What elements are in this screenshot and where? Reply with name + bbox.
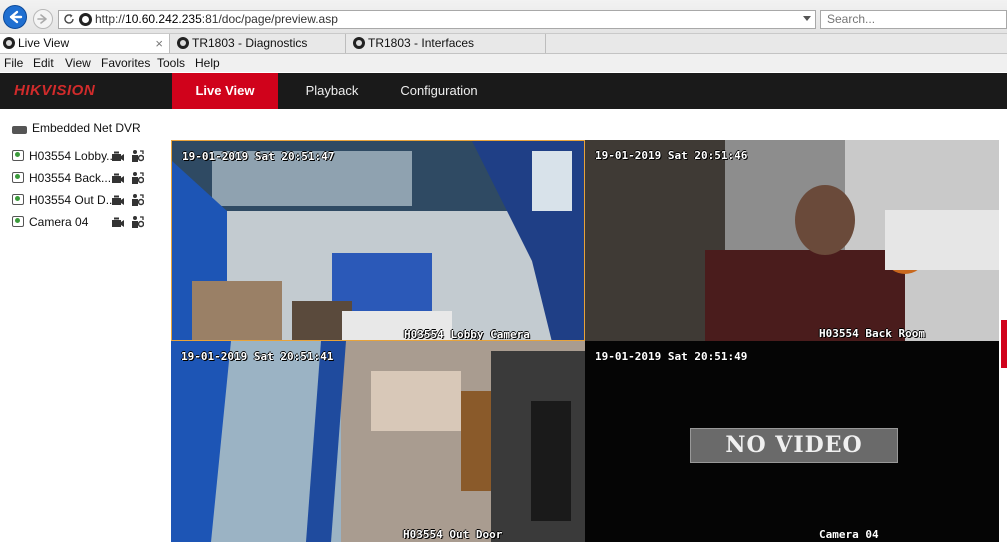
osd-timestamp: 19-01-2019 Sat 20:51:46 — [595, 149, 748, 162]
menu-tools[interactable]: Tools — [157, 56, 185, 70]
back-room-feed-image — [585, 140, 999, 341]
url-text: http://10.60.242.235:81/doc/page/preview… — [95, 12, 338, 26]
forward-arrow-icon — [37, 14, 47, 24]
tab-close-icon[interactable]: × — [155, 34, 163, 53]
menu-help[interactable]: Help — [195, 56, 220, 70]
site-favicon-icon — [79, 13, 92, 26]
camera-icon — [12, 172, 24, 183]
ptz-icon[interactable] — [131, 193, 144, 207]
camera-item-back-room[interactable]: H03554 Back... — [12, 171, 162, 187]
hikvision-favicon-icon — [3, 37, 15, 49]
menu-view[interactable]: View — [65, 56, 91, 70]
camera-item-camera-04[interactable]: Camera 04 — [12, 215, 162, 231]
device-node[interactable]: Embedded Net DVR — [12, 121, 141, 135]
osd-timestamp: 19-01-2019 Sat 20:51:41 — [181, 350, 334, 363]
address-field[interactable]: http://10.60.242.235:81/doc/page/preview… — [58, 10, 816, 29]
nav-configuration[interactable]: Configuration — [390, 73, 488, 109]
browser-menu-bar: File Edit View Favorites Tools Help — [0, 54, 1007, 72]
url-dropdown-icon[interactable] — [803, 16, 811, 21]
record-icon[interactable] — [111, 217, 125, 228]
lobby-feed-image — [172, 141, 584, 340]
osd-timestamp: 19-01-2019 Sat 20:51:47 — [182, 150, 335, 163]
osd-camera-name: H03554 Out Door — [403, 528, 503, 541]
record-icon[interactable] — [111, 173, 125, 184]
back-button[interactable] — [3, 5, 27, 29]
tab-live-view[interactable]: Live View × — [0, 34, 170, 53]
menu-edit[interactable]: Edit — [33, 56, 54, 70]
out-door-feed-image — [171, 341, 585, 542]
video-tile-back-room[interactable]: 19-01-2019 Sat 20:51:46 H03554 Back Room — [585, 140, 999, 341]
router-favicon-icon — [353, 37, 365, 49]
nav-playback[interactable]: Playback — [296, 73, 368, 109]
ptz-icon[interactable] — [131, 149, 144, 163]
camera-icon — [12, 216, 24, 227]
app-header: HIKVISION Live View Playback Configurati… — [0, 73, 1007, 109]
video-tile-camera-04[interactable]: 19-01-2019 Sat 20:51:49 NO VIDEO Camera … — [585, 341, 999, 542]
dvr-icon — [12, 126, 27, 134]
search-input[interactable] — [821, 11, 997, 27]
forward-button[interactable] — [33, 9, 53, 29]
refresh-icon[interactable] — [63, 13, 75, 25]
ptz-icon[interactable] — [131, 171, 144, 185]
router-favicon-icon — [177, 37, 189, 49]
camera-icon — [12, 150, 24, 161]
tab-diagnostics[interactable]: TR1803 - Diagnostics — [174, 34, 346, 53]
camera-icon — [12, 194, 24, 205]
browser-search-box[interactable] — [820, 10, 1007, 29]
back-arrow-icon — [9, 10, 23, 24]
tab-interfaces[interactable]: TR1803 - Interfaces — [350, 34, 546, 53]
browser-address-bar: http://10.60.242.235:81/doc/page/preview… — [0, 0, 1007, 34]
osd-camera-name: H03554 Lobby Camera — [404, 328, 530, 341]
camera-item-lobby[interactable]: H03554 Lobby... — [12, 149, 162, 165]
menu-file[interactable]: File — [4, 56, 23, 70]
device-tree: Embedded Net DVR H03554 Lobby... H03554 … — [0, 110, 170, 552]
osd-camera-name: H03554 Back Room — [819, 327, 925, 340]
camera-item-out-door[interactable]: H03554 Out D... — [12, 193, 162, 209]
hikvision-logo: HIKVISION — [14, 82, 96, 99]
menu-favorites[interactable]: Favorites — [101, 56, 150, 70]
record-icon[interactable] — [111, 151, 125, 162]
live-view-grid: 19-01-2019 Sat 20:51:47 H03554 Lobby Cam… — [171, 140, 999, 542]
osd-timestamp: 19-01-2019 Sat 20:51:49 — [595, 350, 748, 363]
record-icon[interactable] — [111, 195, 125, 206]
nav-live-view[interactable]: Live View — [172, 73, 278, 109]
video-tile-lobby[interactable]: 19-01-2019 Sat 20:51:47 H03554 Lobby Cam… — [171, 140, 585, 341]
no-video-banner: NO VIDEO — [690, 428, 898, 463]
side-panel-handle[interactable] — [1001, 320, 1007, 368]
osd-camera-name: Camera 04 — [819, 528, 879, 541]
browser-tab-strip: Live View × TR1803 - Diagnostics TR1803 … — [0, 34, 1007, 54]
ptz-icon[interactable] — [131, 215, 144, 229]
video-tile-out-door[interactable]: 19-01-2019 Sat 20:51:41 H03554 Out Door — [171, 341, 585, 542]
